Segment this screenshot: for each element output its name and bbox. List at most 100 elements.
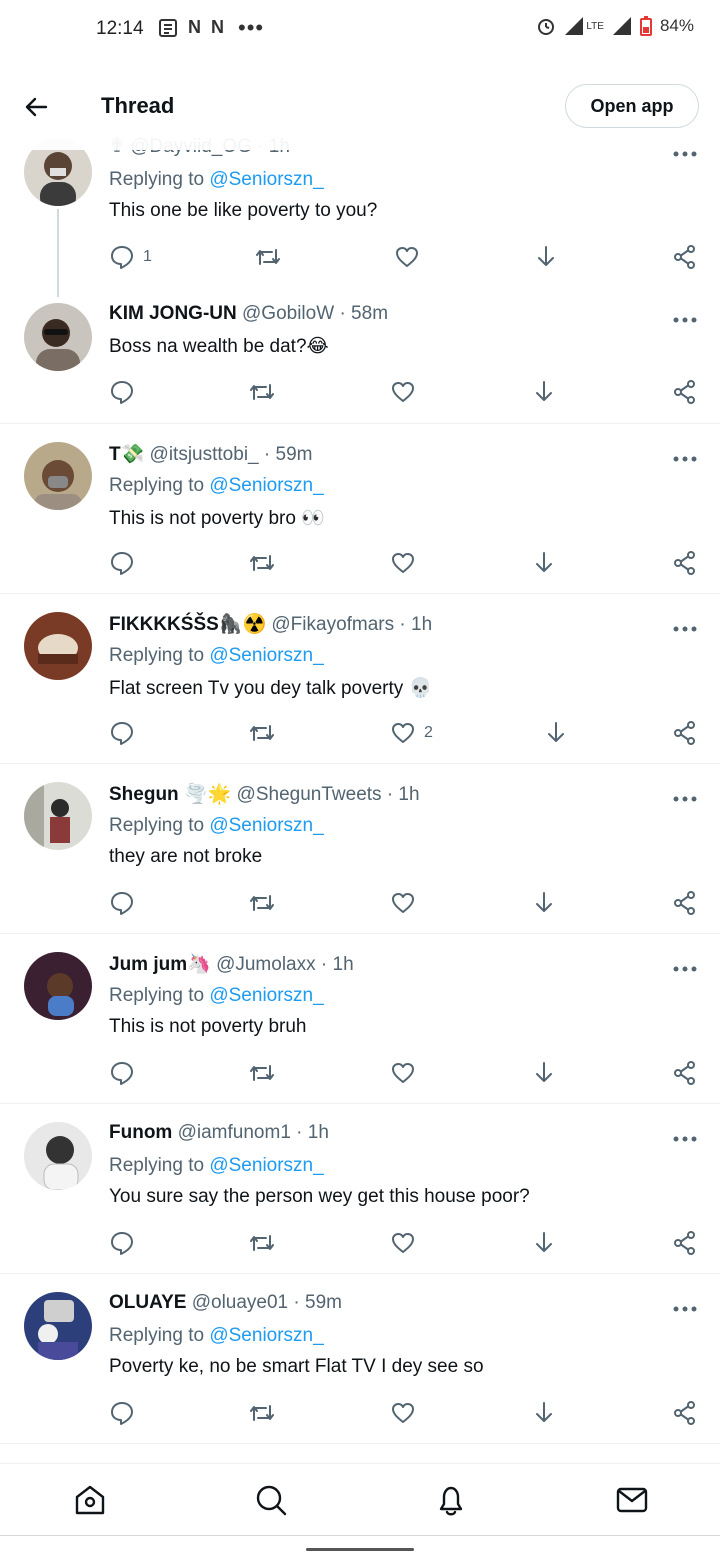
like-button[interactable] [390, 1230, 416, 1256]
back-button[interactable] [20, 92, 54, 122]
tweet-author-name[interactable]: T💸 [109, 444, 144, 465]
tweet[interactable]: T💸 @itsjusttobi_ · 59m Replying to @Seni… [0, 424, 720, 594]
share-button[interactable] [672, 550, 698, 576]
mention-link[interactable]: @Seniorszn_ [209, 985, 323, 1006]
tweet-header: Funom @iamfunom1 · 1h [109, 1122, 329, 1144]
bookmark-button[interactable] [531, 1400, 557, 1426]
bookmark-button[interactable] [543, 720, 569, 746]
mention-link[interactable]: @Seniorszn_ [209, 475, 323, 496]
tweet-handle[interactable]: @GobiloW [242, 303, 334, 324]
open-app-button[interactable]: Open app [565, 84, 699, 128]
mention-link[interactable]: @Seniorszn_ [209, 815, 323, 836]
avatar[interactable] [24, 1292, 92, 1360]
share-button[interactable] [672, 720, 698, 746]
retweet-button[interactable] [248, 379, 276, 405]
like-button[interactable] [390, 1400, 416, 1426]
reply-button[interactable] [109, 379, 135, 405]
replying-to: Replying to @Seniorszn_ [109, 645, 324, 667]
more-icon[interactable] [672, 1301, 698, 1312]
tweet-handle[interactable]: @iamfunom1 [178, 1122, 291, 1143]
heart-icon [392, 1233, 414, 1253]
nav-search[interactable] [253, 1482, 289, 1518]
like-button[interactable] [390, 1060, 416, 1086]
bookmark-button[interactable] [533, 244, 559, 270]
tweet-handle[interactable]: @ShegunTweets [237, 784, 382, 805]
like-button[interactable] [390, 890, 416, 916]
tweet-text: This is not poverty bro 👀 [109, 508, 325, 529]
retweet-button[interactable] [248, 1230, 276, 1256]
tweet[interactable]: FIKKKKŚŠS🦍☢️ @Fikayofmars · 1h Replyin… [0, 594, 720, 764]
retweet-button[interactable] [248, 1400, 276, 1426]
tweet-text: This is not poverty bruh [109, 1016, 307, 1037]
avatar[interactable] [24, 1122, 92, 1190]
tweet-handle[interactable]: @oluaye01 [192, 1292, 288, 1313]
avatar[interactable] [24, 782, 92, 850]
like-button[interactable] [390, 379, 416, 405]
tweet-author-name[interactable]: Jum jum🦄 [109, 954, 211, 975]
mention-link[interactable]: @Seniorszn_ [209, 1325, 323, 1346]
bookmark-button[interactable] [531, 1230, 557, 1256]
mention-link[interactable]: @Seniorszn_ [209, 169, 323, 190]
share-button[interactable] [672, 890, 698, 916]
more-icon[interactable] [672, 621, 698, 632]
like-button[interactable] [394, 244, 428, 270]
retweet-button[interactable] [254, 244, 282, 270]
nav-notifications[interactable] [433, 1482, 469, 1518]
retweet-button[interactable] [248, 1060, 276, 1086]
tweet-author-name[interactable]: Funom [109, 1122, 172, 1143]
share-button[interactable] [672, 1230, 698, 1256]
tweet-handle[interactable]: @Fikayofmars [271, 614, 394, 635]
nav-messages[interactable] [614, 1482, 650, 1518]
tweet[interactable]: Funom @iamfunom1 · 1h Replying to @Senio… [0, 1104, 720, 1274]
more-icon[interactable] [672, 451, 698, 462]
tweet[interactable]: ✟ @Dayviid_OG · 1h Replying to @Seniorsz… [0, 135, 720, 297]
gesture-handle[interactable] [306, 1548, 414, 1551]
replying-to-label: Replying to [109, 1325, 205, 1346]
reply-button[interactable] [109, 1060, 135, 1086]
tweet-author-name[interactable]: OLUAYE [109, 1292, 186, 1313]
more-icon[interactable] [672, 961, 698, 972]
share-button[interactable] [672, 244, 698, 270]
reply-button[interactable] [109, 550, 135, 576]
avatar[interactable] [24, 303, 92, 371]
avatar[interactable] [24, 952, 92, 1020]
bookmark-button[interactable] [531, 890, 557, 916]
reply-button[interactable] [109, 720, 135, 746]
download-arrow-icon [536, 381, 552, 401]
tweet-author-name[interactable]: KIM JONG-UN [109, 303, 237, 324]
retweet-button[interactable] [248, 890, 276, 916]
share-button[interactable] [672, 1400, 698, 1426]
reply-button[interactable] [109, 1400, 135, 1426]
more-icon[interactable] [672, 312, 698, 323]
bookmark-button[interactable] [531, 379, 557, 405]
reply-button[interactable] [109, 1230, 135, 1256]
more-icon[interactable] [672, 791, 698, 802]
bookmark-button[interactable] [531, 1060, 557, 1086]
mention-link[interactable]: @Seniorszn_ [209, 645, 323, 666]
bookmark-button[interactable] [531, 550, 557, 576]
tweet[interactable]: OLUAYE @oluaye01 · 59m Replying to @Seni… [0, 1274, 720, 1444]
like-button[interactable] [390, 550, 416, 576]
retweet-button[interactable] [248, 550, 276, 576]
share-icon [674, 1401, 695, 1425]
share-button[interactable] [672, 379, 698, 405]
tweet[interactable]: KIM JONG-UN @GobiloW · 58m Boss na wealt… [0, 295, 720, 424]
share-button[interactable] [672, 1060, 698, 1086]
mention-link[interactable]: @Seniorszn_ [209, 1155, 323, 1176]
tweet-author-name[interactable]: FIKKKKŚŠS🦍☢️ [109, 614, 266, 635]
more-icon[interactable] [672, 1131, 698, 1142]
tweet-handle[interactable]: @itsjusttobi_ [150, 444, 259, 465]
reply-button[interactable]: 1 [109, 244, 152, 270]
tweet-text: Boss na wealth be dat?😂 [109, 336, 329, 357]
tweet[interactable]: Shegun 🌪️🌟 @ShegunTweets · 1h Replying t… [0, 764, 720, 934]
tweet-handle[interactable]: @Jumolaxx [216, 954, 316, 975]
avatar[interactable] [24, 442, 92, 510]
tweet[interactable]: Jum jum🦄 @Jumolaxx · 1h Replying to @Sen… [0, 934, 720, 1104]
retweet-button[interactable] [248, 720, 276, 746]
nav-home[interactable] [72, 1482, 108, 1518]
avatar[interactable] [24, 612, 92, 680]
retweet-icon [250, 1065, 274, 1081]
like-button[interactable]: 2 [390, 720, 433, 746]
tweet-author-name[interactable]: Shegun 🌪️🌟 [109, 784, 231, 805]
reply-button[interactable] [109, 890, 135, 916]
